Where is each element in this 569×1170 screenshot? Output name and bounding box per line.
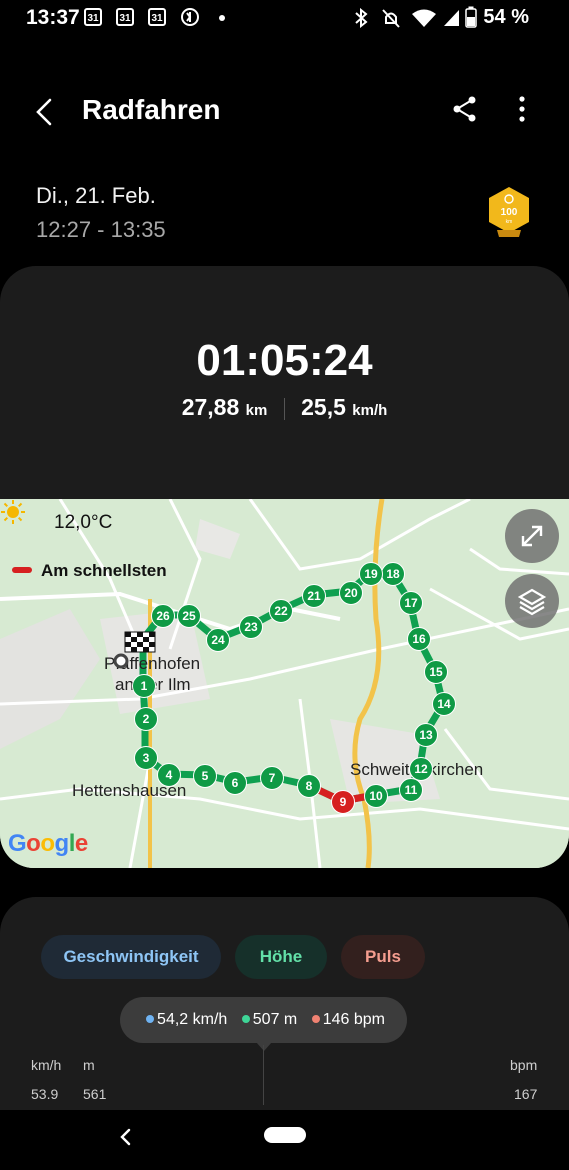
- workout-time-range: 12:27 - 13:35: [36, 217, 166, 242]
- page-title: Radfahren: [82, 94, 221, 125]
- start-point-icon: [113, 653, 129, 669]
- fastest-legend-swatch: [12, 567, 32, 573]
- layers-icon: [517, 588, 547, 616]
- waypoint-marker[interactable]: 20: [339, 581, 363, 605]
- waypoint-marker[interactable]: 24: [206, 628, 230, 652]
- waypoint-marker[interactable]: 4: [157, 763, 181, 787]
- speed-value: 25,5: [301, 394, 346, 420]
- waypoint-marker[interactable]: 23: [239, 615, 263, 639]
- tab-speed[interactable]: Geschwindigkeit: [41, 935, 221, 979]
- sync-icon: [181, 8, 199, 26]
- waypoint-marker[interactable]: 26: [151, 604, 175, 628]
- duration: 01:05:24: [196, 336, 373, 385]
- speed-dot: [146, 1015, 155, 1023]
- medal-unit: km: [506, 219, 513, 225]
- axis-max-speed: 53.9: [31, 1086, 59, 1102]
- waypoint-marker[interactable]: 18: [381, 562, 405, 586]
- speed-unit: km/h: [352, 402, 388, 419]
- heart-rate-dot: [311, 1015, 320, 1023]
- waypoint-marker[interactable]: 5: [193, 764, 217, 788]
- mute-icon: [382, 9, 400, 28]
- waypoint-marker[interactable]: 10: [364, 784, 388, 808]
- waypoint-marker[interactable]: 14: [432, 692, 456, 716]
- system-nav-bar: [0, 1110, 569, 1170]
- waypoint-marker[interactable]: 25: [177, 604, 201, 628]
- medal-value: 100: [501, 207, 518, 218]
- temperature: 12,0°C: [54, 512, 113, 533]
- map-background: [0, 499, 569, 868]
- waypoint-marker[interactable]: 6: [223, 771, 247, 795]
- share-icon[interactable]: [450, 94, 480, 124]
- expand-icon: [521, 525, 543, 547]
- waypoint-marker[interactable]: 15: [424, 660, 448, 684]
- waypoint-marker[interactable]: 1: [132, 674, 156, 698]
- summary-card: [0, 266, 569, 506]
- tooltip-speed: 54,2 km/h: [157, 1011, 228, 1028]
- distance-unit: km: [245, 402, 268, 419]
- sun-icon: [1, 500, 25, 524]
- waypoint-marker[interactable]: 16: [407, 627, 431, 651]
- waypoint-marker[interactable]: 7: [260, 766, 284, 790]
- elevation-dot: [241, 1015, 250, 1023]
- nav-home-pill[interactable]: [264, 1127, 306, 1143]
- waypoint-marker[interactable]: 19: [359, 562, 383, 586]
- bluetooth-icon: [355, 8, 368, 28]
- battery-icon: [465, 6, 477, 28]
- waypoint-marker-fastest[interactable]: 9: [331, 790, 355, 814]
- waypoint-marker[interactable]: 11: [399, 778, 423, 802]
- axis-unit-speed: km/h: [31, 1057, 62, 1073]
- route-map[interactable]: 12,0°C Am schnellsten Pfaffenhofen an de…: [0, 499, 569, 868]
- waypoint-marker[interactable]: 17: [399, 591, 423, 615]
- google-logo: Google: [8, 830, 88, 857]
- waypoint-marker[interactable]: 3: [134, 746, 158, 770]
- tab-heart-rate[interactable]: Puls: [341, 935, 425, 979]
- waypoint-marker[interactable]: 13: [414, 723, 438, 747]
- expand-map-button[interactable]: [505, 509, 559, 563]
- notification-dot: [219, 15, 225, 21]
- app-bar: Radfahren: [0, 80, 569, 140]
- waypoint-marker[interactable]: 2: [134, 707, 158, 731]
- waypoint-marker[interactable]: 12: [409, 757, 433, 781]
- stats-divider: [283, 397, 285, 420]
- waypoint-marker[interactable]: 21: [302, 584, 326, 608]
- calendar-icon: 31: [148, 8, 166, 26]
- chart-cursor-line[interactable]: [263, 1045, 264, 1105]
- tooltip-heart-rate: 146 bpm: [322, 1011, 385, 1028]
- chart-tooltip: 54,2 km/h 507 m 146 bpm: [120, 997, 407, 1043]
- tooltip-pointer: [256, 1042, 272, 1051]
- calendar-icon: 31: [116, 8, 134, 26]
- signal-icon: [444, 10, 459, 26]
- tab-elevation[interactable]: Höhe: [235, 935, 327, 979]
- battery-percent: 54 %: [483, 6, 529, 28]
- status-bar: 13:37 31 31 31 54 %: [0, 0, 569, 36]
- waypoint-marker[interactable]: 8: [297, 774, 321, 798]
- more-vert-icon[interactable]: [510, 94, 534, 124]
- axis-max-elevation: 561: [83, 1086, 107, 1102]
- status-time: 13:37: [26, 6, 80, 29]
- workout-date: Di., 21. Feb.: [36, 183, 156, 208]
- nav-back-icon[interactable]: [115, 1125, 139, 1149]
- back-arrow-icon[interactable]: [28, 94, 64, 130]
- axis-max-heart-rate: 167: [514, 1086, 538, 1102]
- waypoint-marker[interactable]: 22: [269, 599, 293, 623]
- axis-unit-elevation: m: [83, 1057, 95, 1073]
- summary-stats: 27,88 km 25,5 km/h: [0, 394, 569, 421]
- axis-unit-heart-rate: bpm: [510, 1057, 538, 1073]
- map-layers-button[interactable]: [505, 574, 559, 628]
- calendar-icon: 31: [84, 8, 102, 26]
- wifi-icon: [412, 9, 436, 27]
- fastest-legend-label: Am schnellsten: [41, 561, 167, 580]
- distance-value: 27,88: [181, 394, 240, 420]
- medal-badge-icon[interactable]: 100 km: [486, 186, 532, 238]
- tooltip-elevation: 507 m: [252, 1011, 298, 1028]
